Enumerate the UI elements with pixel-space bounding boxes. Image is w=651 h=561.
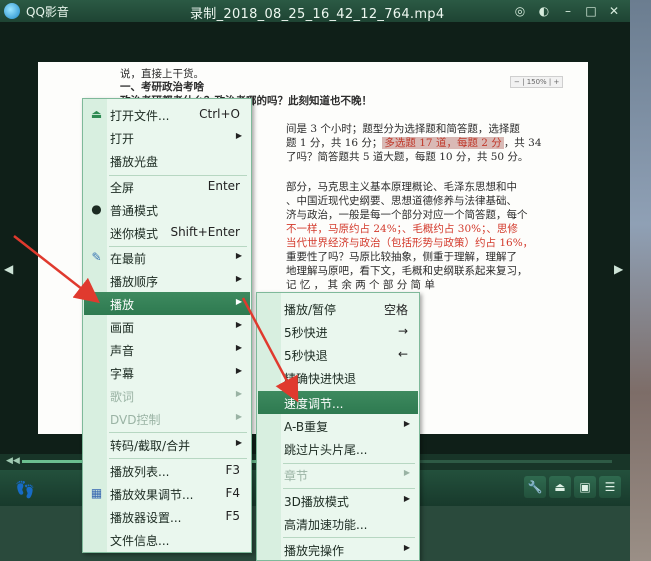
zoom-level: 150% xyxy=(526,78,547,86)
doc-line: 了吗？简答题共 5 道大题，每题 10 分，共 50 分。 xyxy=(286,151,529,163)
menu-mini-mode[interactable]: 迷你模式 Shift+Enter xyxy=(84,221,250,244)
zoom-control[interactable]: − | 150% | + xyxy=(510,76,564,88)
menu-play-disc[interactable]: 播放光盘 xyxy=(84,149,250,172)
menu-always-on-top[interactable]: ✎ 在最前 ▶ xyxy=(84,246,250,269)
file-title: 录制_2018_08_25_16_42_12_764.mp4 xyxy=(190,7,445,22)
playlist-icon[interactable]: ☰ xyxy=(599,476,621,498)
app-name: QQ影音 xyxy=(26,5,69,19)
chat-icon[interactable]: ◎ xyxy=(512,3,528,19)
desktop-background xyxy=(628,0,651,561)
doc-line: 不一样，马原约占 24%；、毛概约占 30%；、思修 xyxy=(286,223,518,235)
submenu-rewind-5s[interactable]: 5秒快退 ← xyxy=(258,343,418,366)
submenu-play-pause[interactable]: 播放/暂停 空格 xyxy=(258,297,418,320)
menu-sound[interactable]: 声音 ▶ xyxy=(84,338,250,361)
tools-wrench-icon[interactable]: 🔧 xyxy=(524,476,546,498)
submenu-arrow-icon: ▶ xyxy=(235,389,242,398)
submenu-arrow-icon: ▶ xyxy=(235,297,242,306)
qq-player-logo-icon xyxy=(4,3,20,19)
menu-playlist[interactable]: 播放列表... F3 xyxy=(84,459,250,482)
menu-play-order[interactable]: 播放顺序 ▶ xyxy=(84,269,250,292)
skin-icon[interactable]: ◐ xyxy=(536,3,552,19)
footprint-icon[interactable]: 👣 xyxy=(15,480,35,499)
submenu-arrow-icon: ▶ xyxy=(403,468,410,477)
menu-subtitle[interactable]: 字幕 ▶ xyxy=(84,361,250,384)
menu-play[interactable]: 播放 ▶ xyxy=(84,292,250,315)
minimize-icon[interactable]: – xyxy=(560,3,576,19)
menu-effects[interactable]: ▦ 播放效果调节... F4 xyxy=(84,482,250,505)
menu-lyrics: 歌词 ▶ xyxy=(110,389,242,404)
menu-open[interactable]: 打开 ▶ xyxy=(84,126,250,149)
submenu-arrow-icon: ▶ xyxy=(235,274,242,283)
menu-dvd-control: DVD控制 ▶ xyxy=(110,412,242,427)
submenu-arrow-icon: ▶ xyxy=(403,419,410,428)
menu-fullscreen[interactable]: 全屏 Enter xyxy=(84,175,250,198)
doc-line: 济与政治，一般是每一个部分对应一个简答题，每个 xyxy=(286,209,528,221)
next-page-arrow-icon[interactable]: ▶ xyxy=(614,262,626,280)
menu-open-file[interactable]: ⏏ 打开文件... Ctrl+O xyxy=(84,103,250,126)
submenu-after-play[interactable]: 播放完操作 ▶ xyxy=(258,538,418,561)
doc-line: 当代世界经济与政治（包括形势与政策）约占 16%， xyxy=(286,237,534,249)
rewind-icon[interactable]: ◀◀ xyxy=(6,456,20,466)
submenu-arrow-icon: ▶ xyxy=(235,412,242,421)
submenu-arrow-icon: ▶ xyxy=(403,543,410,552)
submenu-forward-5s[interactable]: 5秒快进 → xyxy=(258,320,418,343)
close-icon[interactable]: ✕ xyxy=(606,3,622,19)
submenu-3d-mode[interactable]: 3D播放模式 ▶ xyxy=(258,489,418,512)
prev-page-arrow-icon[interactable]: ◀ xyxy=(4,262,16,280)
doc-line: 地理解马原吧，看下文，毛概和史纲联系起来复习， xyxy=(286,265,528,277)
menu-normal-mode[interactable]: ● 普通模式 xyxy=(84,198,250,221)
submenu-arrow-icon: ▶ xyxy=(235,251,242,260)
submenu-skip-intro[interactable]: 跳过片头片尾... xyxy=(258,437,418,460)
submenu-arrow-icon: ▶ xyxy=(235,366,242,375)
submenu-arrow-icon: ▶ xyxy=(235,320,242,329)
screenshot-icon[interactable]: ▣ xyxy=(574,476,596,498)
doc-highlight: 多选题 17 道，每题 2 分 xyxy=(382,137,504,149)
menu-settings[interactable]: 播放器设置... F5 xyxy=(84,505,250,528)
submenu-chapter: 章节 ▶ xyxy=(284,468,410,483)
doc-line: 题 1 分，共 16 分； 多选题 17 道，每题 2 分，共 34 xyxy=(286,135,542,150)
submenu-hd-accel[interactable]: 高清加速功能... xyxy=(258,512,418,535)
doc-line: 间是 3 个小时；题型分为选择题和简答题，选择题 xyxy=(286,123,520,135)
equalizer-icon: ▦ xyxy=(90,486,103,500)
submenu-arrow-icon: ▶ xyxy=(235,131,242,140)
play-submenu: 播放/暂停 空格 5秒快进 → 5秒快退 ← 精确快进快退 速度调节... A-… xyxy=(256,292,420,561)
menu-transcode[interactable]: 转码/截取/合并 ▶ xyxy=(84,433,250,456)
menu-file-info[interactable]: 文件信息... xyxy=(84,528,250,551)
eject-icon: ⏏ xyxy=(90,107,103,121)
doc-line: 部分，马克思主义基本原理概论、毛泽东思想和中 xyxy=(286,181,517,193)
doc-text: ，共 34 xyxy=(503,137,542,149)
submenu-ab-repeat[interactable]: A-B重复 ▶ xyxy=(258,414,418,437)
submenu-arrow-icon: ▶ xyxy=(235,343,242,352)
submenu-precise-seek[interactable]: 精确快进快退 xyxy=(258,366,418,389)
doc-text: 题 1 分，共 16 分； xyxy=(286,137,383,149)
radio-dot-icon: ● xyxy=(91,202,102,216)
pin-icon: ✎ xyxy=(91,250,102,264)
context-menu: ⏏ 打开文件... Ctrl+O 打开 ▶ 播放光盘 全屏 Enter ● 普通… xyxy=(82,98,252,553)
doc-line: 、中国近现代史纲要、思想道德修养与法律基础、 xyxy=(286,195,517,207)
eject-icon[interactable]: ⏏ xyxy=(549,476,571,498)
doc-heading: 一、考研政治考啥 xyxy=(120,81,204,93)
maximize-icon[interactable]: □ xyxy=(583,3,599,19)
submenu-arrow-icon: ▶ xyxy=(403,494,410,503)
menu-picture[interactable]: 画面 ▶ xyxy=(84,315,250,338)
title-bar[interactable]: QQ影音 录制_2018_08_25_16_42_12_764.mp4 ◎ ◐ … xyxy=(0,0,630,22)
doc-line: 重要性了吗？马原比较抽象，侧重于理解，理解了 xyxy=(286,251,517,263)
doc-line: 记 忆 ， 其 余 两 个 部 分 简 单 xyxy=(286,279,435,291)
submenu-arrow-icon: ▶ xyxy=(235,438,242,447)
submenu-speed-adjust[interactable]: 速度调节... xyxy=(258,391,418,414)
